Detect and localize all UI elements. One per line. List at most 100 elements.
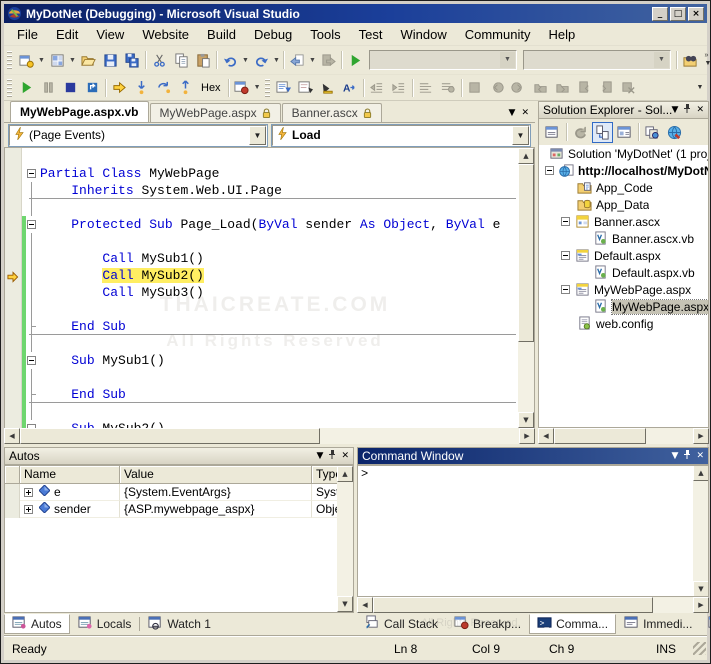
view-designer-icon[interactable] bbox=[614, 122, 635, 143]
outlining-margin[interactable] bbox=[26, 318, 40, 335]
window-position-icon[interactable]: ▼ bbox=[317, 451, 324, 461]
expand-collapse-icon[interactable] bbox=[561, 217, 570, 226]
autos-title-bar[interactable]: Autos ▼ ✕ bbox=[4, 447, 354, 465]
save-icon[interactable] bbox=[99, 50, 121, 71]
tree-item-app-data[interactable]: App_Data bbox=[539, 196, 708, 213]
code-line[interactable] bbox=[5, 369, 518, 386]
expand-icon[interactable] bbox=[24, 487, 33, 497]
breakpoint-margin[interactable] bbox=[5, 335, 22, 352]
scroll-left-icon[interactable]: ◀ bbox=[538, 428, 554, 444]
tab-comma-[interactable]: >_ Comma... bbox=[529, 614, 617, 634]
breakpoint-margin[interactable] bbox=[5, 386, 22, 403]
prev-bookmark-doc-icon[interactable] bbox=[574, 77, 596, 98]
editor-horizontal-scrollbar[interactable]: ◀ ▶ bbox=[4, 428, 535, 444]
next-bookmark-doc-icon[interactable] bbox=[596, 77, 618, 98]
outlining-margin[interactable] bbox=[26, 369, 40, 386]
toolbar-overflow[interactable]: ▼ bbox=[693, 84, 707, 92]
title-bar[interactable]: MyDotNet (Debugging) - Microsoft Visual … bbox=[4, 4, 707, 23]
scroll-down-icon[interactable]: ▼ bbox=[518, 412, 534, 428]
code-line[interactable]: Call MySub2() bbox=[5, 267, 518, 284]
breakpoint-margin[interactable] bbox=[5, 267, 22, 284]
code-line[interactable] bbox=[5, 233, 518, 250]
quick-info-icon[interactable] bbox=[317, 77, 339, 98]
scrollbar-thumb[interactable] bbox=[518, 164, 534, 342]
project-grid-icon[interactable] bbox=[46, 50, 68, 71]
expand-collapse-icon[interactable] bbox=[561, 251, 570, 260]
code-line[interactable]: Sub MySub2() bbox=[5, 420, 518, 428]
next-bookmark-icon[interactable] bbox=[508, 77, 530, 98]
dropdown-caret-icon[interactable]: ▼ bbox=[253, 77, 262, 98]
breakpoint-margin[interactable] bbox=[5, 148, 22, 165]
method-dropdown[interactable]: Load ▼ bbox=[271, 123, 531, 147]
nest-related-files-icon[interactable] bbox=[592, 121, 613, 143]
clear-bookmarks-icon[interactable] bbox=[618, 77, 640, 98]
outlining-margin[interactable] bbox=[26, 199, 40, 216]
outlining-margin[interactable] bbox=[26, 216, 40, 233]
break-all-icon[interactable] bbox=[37, 77, 59, 98]
outlining-margin[interactable] bbox=[26, 182, 40, 199]
breakpoint-margin[interactable] bbox=[5, 250, 22, 267]
class-dropdown[interactable]: (Page Events) ▼ bbox=[8, 123, 268, 147]
step-into-icon[interactable] bbox=[130, 77, 152, 98]
uncomment-icon[interactable] bbox=[437, 77, 459, 98]
close-icon[interactable]: ✕ bbox=[341, 451, 349, 461]
pin-icon[interactable] bbox=[683, 450, 691, 462]
code-line[interactable]: Partial Class MyWebPage bbox=[5, 165, 518, 182]
outlining-margin[interactable] bbox=[26, 352, 40, 369]
toolbar-grip[interactable] bbox=[7, 78, 12, 97]
autos-row[interactable]: e{System.EventArgs}System.EventArgs bbox=[5, 484, 353, 501]
command-window-title-bar[interactable]: Command Window ▼ ✕ bbox=[357, 447, 709, 465]
menu-debug[interactable]: Debug bbox=[245, 24, 301, 45]
tree-item-http-localhost-mydotnet[interactable]: http://localhost/MyDotNet bbox=[539, 162, 708, 179]
code-line[interactable] bbox=[5, 148, 518, 165]
outlining-margin[interactable] bbox=[26, 148, 40, 165]
breakpoint-margin[interactable] bbox=[5, 233, 22, 250]
breakpoint-margin[interactable] bbox=[5, 420, 22, 428]
minimize-button[interactable]: _ bbox=[652, 6, 668, 21]
code-line[interactable]: Sub MySub1() bbox=[5, 352, 518, 369]
tree-item-app-code[interactable]: App_Code bbox=[539, 179, 708, 196]
stop-debugging-icon[interactable] bbox=[59, 77, 81, 98]
code-line[interactable] bbox=[5, 301, 518, 318]
breakpoint-margin[interactable] bbox=[5, 182, 22, 199]
outlining-margin[interactable] bbox=[26, 233, 40, 250]
menu-website[interactable]: Website bbox=[133, 24, 198, 45]
scroll-down-icon[interactable]: ▼ bbox=[693, 581, 708, 596]
step-over-icon[interactable] bbox=[152, 77, 174, 98]
scroll-left-icon[interactable]: ◀ bbox=[4, 428, 20, 444]
outlining-margin[interactable] bbox=[26, 386, 40, 403]
collapse-box-icon[interactable] bbox=[27, 356, 36, 365]
dropdown-caret-icon[interactable]: ▼ bbox=[272, 50, 281, 71]
expand-collapse-icon[interactable] bbox=[561, 285, 570, 294]
pin-icon[interactable] bbox=[328, 450, 336, 462]
prev-bookmark-icon[interactable] bbox=[486, 77, 508, 98]
dropdown-caret-icon[interactable]: ▼ bbox=[308, 50, 317, 71]
expand-collapse-icon[interactable] bbox=[545, 166, 554, 175]
outlining-margin[interactable] bbox=[26, 335, 40, 352]
tab-breakp-[interactable]: Breakp... bbox=[446, 614, 529, 634]
close-document-icon[interactable]: ✕ bbox=[521, 108, 529, 118]
resize-grip[interactable] bbox=[693, 642, 706, 655]
copy-icon[interactable] bbox=[170, 50, 192, 71]
scrollbar-thumb[interactable] bbox=[554, 428, 646, 444]
dropdown-caret-icon[interactable]: ▼ bbox=[241, 50, 250, 71]
toolbar-overflow[interactable]: » ▼ bbox=[701, 52, 710, 68]
scroll-up-icon[interactable]: ▲ bbox=[518, 148, 534, 164]
add-new-item-icon[interactable] bbox=[15, 50, 37, 71]
tree-item-solution-mydotnet-1-project-[interactable]: Solution 'MyDotNet' (1 project) bbox=[539, 145, 708, 162]
code-line[interactable]: End Sub bbox=[5, 386, 518, 403]
autos-row[interactable]: sender {ASP.mywebpage_aspx} Object bbox=[5, 501, 353, 518]
document-tab-banner.ascx[interactable]: Banner.ascx bbox=[281, 103, 382, 122]
copy-web-site-icon[interactable] bbox=[642, 122, 663, 143]
outlining-margin[interactable] bbox=[26, 284, 40, 301]
breakpoint-margin[interactable] bbox=[5, 369, 22, 386]
menu-window[interactable]: Window bbox=[391, 24, 455, 45]
chevron-down-icon[interactable]: ▼ bbox=[249, 125, 266, 145]
autos-vertical-scrollbar[interactable]: ▲ ▼ bbox=[337, 466, 353, 612]
outlining-margin[interactable] bbox=[26, 420, 40, 428]
menu-file[interactable]: File bbox=[8, 24, 47, 45]
toolbar-combo-2[interactable]: ▼ bbox=[523, 50, 671, 70]
tab-immedi-[interactable]: Immedi... bbox=[616, 614, 700, 634]
code-line[interactable] bbox=[5, 199, 518, 216]
show-next-statement-icon[interactable] bbox=[108, 77, 130, 98]
